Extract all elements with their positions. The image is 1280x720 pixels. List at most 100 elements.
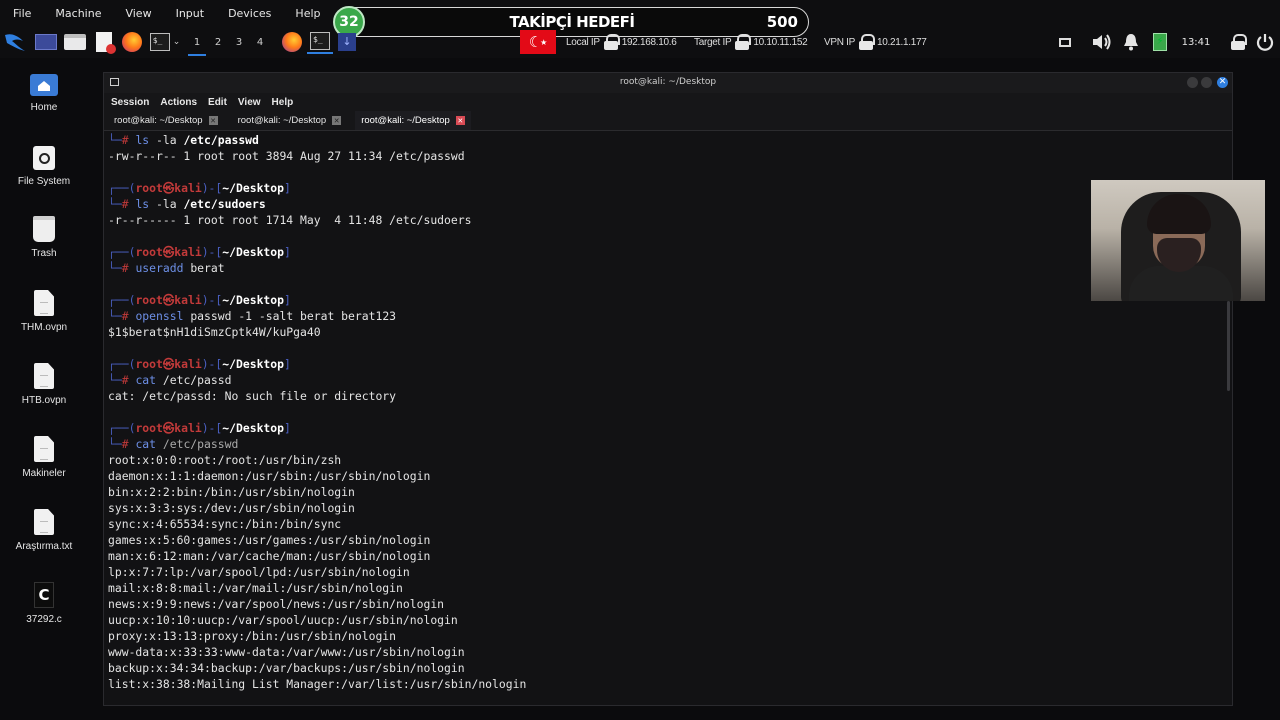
passwd-entry-line: mail:x:8:8:mail:/var/mail:/usr/sbin/nolo… [108, 581, 403, 595]
terminal-tabs: root@kali: ~/Desktop ✕ root@kali: ~/Desk… [104, 111, 1232, 131]
terminal-titlebar[interactable]: root@kali: ~/Desktop ✕ [104, 73, 1232, 93]
menu-actions[interactable]: Actions [159, 97, 203, 108]
terminal-scrollbar[interactable] [1227, 301, 1230, 391]
vm-menu-devices[interactable]: Devices [216, 7, 283, 20]
clock[interactable]: 13:41 [1180, 30, 1212, 54]
prompt-input-line: └─# cat /etc/passwd [108, 437, 239, 451]
passwd-entry-line: bin:x:2:2:bin:/bin:/usr/sbin/nologin [108, 485, 355, 499]
menu-view[interactable]: View [237, 97, 267, 108]
taskbar-firefox-icon[interactable] [279, 30, 305, 54]
terminal-launcher-icon[interactable]: $_ ⌄ [147, 30, 183, 54]
desktop-icon-label: 37292.c [26, 614, 62, 625]
power-icon[interactable] [1254, 30, 1276, 54]
follower-goal-title: TAKİPÇİ HEDEFİ [509, 13, 635, 31]
minimize-button[interactable] [1187, 77, 1198, 88]
workspace-switcher-icon[interactable] [34, 30, 58, 54]
passwd-entry-line: lp:x:7:7:lp:/var/spool/lpd:/usr/sbin/nol… [108, 565, 410, 579]
close-button[interactable]: ✕ [1217, 77, 1228, 88]
terminal-menu-bar: Session Actions Edit View Help [104, 93, 1232, 111]
file-icon [34, 290, 54, 316]
output-line: $1$berat$nH1diSmzCptk4W/kuPga40 [108, 325, 321, 339]
tab-close-icon[interactable]: ✕ [455, 116, 465, 125]
firefox-icon[interactable] [119, 30, 145, 54]
text-editor-icon[interactable] [92, 30, 116, 54]
workspace-2[interactable]: 2 [211, 30, 225, 54]
passwd-entry-line: backup:x:34:34:backup:/var/backups:/usr/… [108, 661, 465, 675]
vpn-ip-value: 10.21.1.177 [877, 36, 927, 48]
drive-icon [33, 146, 55, 170]
vpn-ip-label: VPN IP [824, 36, 855, 48]
desktop-icon-htb-ovpn[interactable]: HTB.ovpn [0, 363, 88, 406]
terminal-tab-3[interactable]: root@kali: ~/Desktop ✕ [355, 111, 471, 130]
desktop-icon-label: Araştırma.txt [15, 541, 73, 552]
desktop-root: File Machine View Input Devices Help 32 … [0, 0, 1280, 720]
prompt-header-line: ┌──(root㉿kali)-[~/Desktop] [108, 357, 291, 371]
passwd-file-output: root:x:0:0:root:/root:/usr/bin/zsh daemon… [108, 452, 1222, 692]
window-icon[interactable] [1055, 30, 1075, 54]
desktop-icon-arastirma-txt[interactable]: Araştırma.txt [0, 509, 88, 552]
vm-menu-machine[interactable]: Machine [43, 7, 113, 20]
vm-menu-view[interactable]: View [113, 7, 163, 20]
tab-label: root@kali: ~/Desktop [237, 115, 327, 126]
desktop-icon-file-system[interactable]: File System [0, 146, 88, 187]
tab-label: root@kali: ~/Desktop [361, 115, 450, 126]
follower-goal-target: 500 [766, 13, 798, 31]
terminal-tab-2[interactable]: root@kali: ~/Desktop ✕ [232, 111, 348, 130]
terminal-tab-1[interactable]: root@kali: ~/Desktop ✕ [108, 111, 224, 130]
taskbar-terminal-icon[interactable]: $_ [307, 30, 333, 54]
maximize-button[interactable] [1201, 77, 1212, 88]
passwd-entry-line: list:x:38:38:Mailing List Manager:/var/l… [108, 677, 527, 691]
vpn-ip-indicator: VPN IP 10.21.1.177 [824, 31, 927, 53]
lock-screen-icon[interactable] [1228, 30, 1248, 54]
prompt-header-line: ┌──(root㉿kali)-[~/Desktop] [108, 293, 291, 307]
file-icon [34, 436, 54, 462]
workspace-4[interactable]: 4 [253, 30, 267, 54]
desktop-icon-label: Makineler [22, 468, 66, 479]
prompt-header-line: ┌──(root㉿kali)-[~/Desktop] [108, 421, 291, 435]
vm-menu-help[interactable]: Help [283, 7, 332, 20]
desktop-icon-trash[interactable]: Trash [0, 216, 88, 259]
lock-icon [735, 34, 752, 50]
terminal-window: root@kali: ~/Desktop ✕ Session Actions E… [103, 72, 1233, 706]
desktop-icon-makineler[interactable]: Makineler [0, 436, 88, 479]
desktop-icon-thm-ovpn[interactable]: THM.ovpn [0, 290, 88, 333]
menu-help[interactable]: Help [271, 97, 300, 108]
battery-icon[interactable]: ⚡ [1150, 30, 1170, 54]
tab-close-icon[interactable]: ✕ [208, 116, 218, 125]
file-manager-icon[interactable] [62, 30, 88, 54]
workspace-3[interactable]: 3 [232, 30, 246, 54]
target-ip-indicator: Target IP 10.10.11.152 [694, 31, 808, 53]
prompt-input-line: └─# useradd berat [108, 261, 225, 275]
trash-icon [33, 216, 55, 242]
terminal-output[interactable]: └─# ls -la /etc/passwd -rw-r--r-- 1 root… [108, 132, 1222, 705]
menu-session[interactable]: Session [110, 97, 155, 108]
menu-edit[interactable]: Edit [207, 97, 233, 108]
notification-bell-icon[interactable] [1120, 30, 1142, 54]
output-line: -rw-r--r-- 1 root root 3894 Aug 27 11:34… [108, 149, 465, 163]
prompt-input-line: └─# ls -la /etc/sudoers [108, 197, 266, 211]
tab-close-icon[interactable]: ✕ [332, 116, 342, 125]
prompt-header-line: ┌──(root㉿kali)-[~/Desktop] [108, 245, 291, 259]
download-icon[interactable]: ↓ [335, 30, 359, 54]
file-icon [34, 509, 54, 535]
passwd-entry-line: games:x:5:60:games:/usr/games:/usr/sbin/… [108, 533, 431, 547]
desktop-icon-37292-c[interactable]: C 37292.c [0, 582, 88, 625]
vm-menu-bar: File Machine View Input Devices Help [0, 0, 333, 27]
desktop-icon-label: Trash [31, 248, 57, 259]
turkey-flag-icon: ☾ ★ [520, 30, 556, 54]
workspace-1[interactable]: 1 [190, 30, 204, 54]
vm-menu-file[interactable]: File [0, 7, 43, 20]
vm-menu-input[interactable]: Input [164, 7, 216, 20]
desktop-icon-home[interactable]: Home [0, 74, 88, 113]
desktop-icon-label: HTB.ovpn [21, 395, 67, 406]
passwd-entry-line: sys:x:3:3:sys:/dev:/usr/sbin/nologin [108, 501, 355, 515]
prompt-input-line: └─# cat /etc/passd [108, 373, 232, 387]
passwd-entry-line: man:x:6:12:man:/var/cache/man:/usr/sbin/… [108, 549, 431, 563]
passwd-entry-line: sync:x:4:65534:sync:/bin:/bin/sync [108, 517, 342, 531]
local-ip-label: Local IP [566, 36, 600, 48]
target-ip-value: 10.10.11.152 [753, 36, 808, 48]
volume-icon[interactable] [1090, 30, 1114, 54]
local-ip-value: 192.168.10.6 [621, 36, 677, 48]
prompt-input-line: └─# openssl passwd -1 -salt berat berat1… [108, 309, 397, 323]
kali-menu-icon[interactable] [2, 30, 28, 54]
